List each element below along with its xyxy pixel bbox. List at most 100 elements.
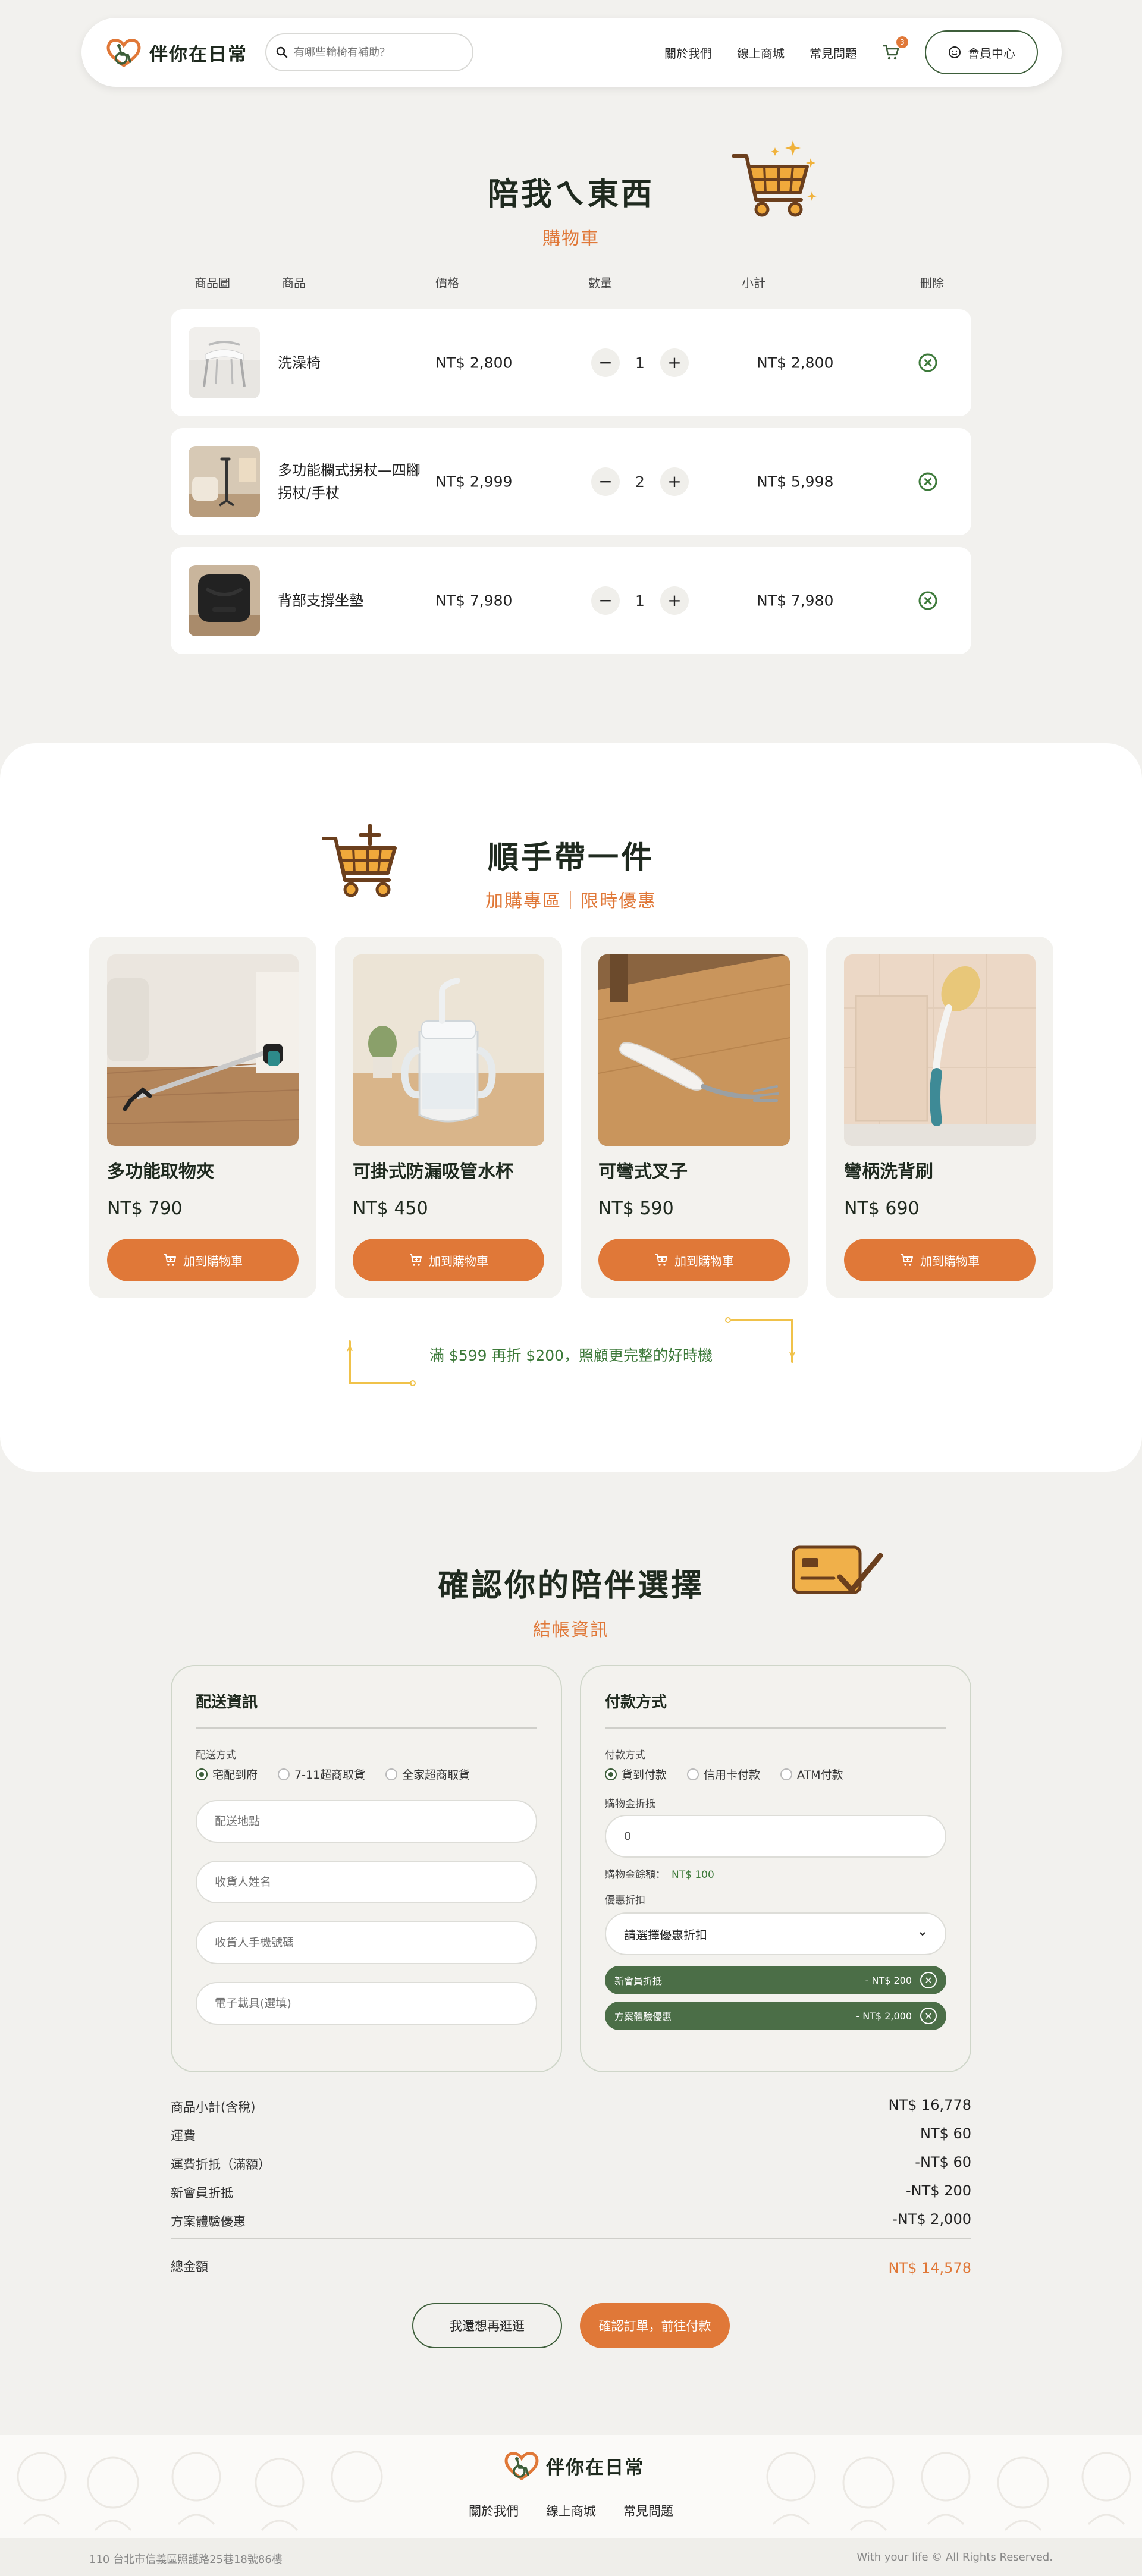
product-name: 多功能欄式拐杖—四腳拐杖/手杖 [278,462,421,501]
radio-label: 宅配到府 [212,1768,258,1782]
nav-faq-link[interactable]: 常見問題 [810,44,857,61]
add-to-cart-button[interactable]: 加到購物車 [353,1239,544,1281]
coupon-select[interactable]: 請選擇優惠折扣 [605,1912,946,1955]
credit-balance-label: 購物金餘額： [605,1869,666,1881]
remove-item-icon[interactable] [917,590,939,611]
confirm-order-button[interactable]: 確認訂單，前往付款 [580,2303,730,2348]
radio-dot [385,1768,398,1780]
credit-balance-value: NT$ 100 [672,1869,714,1881]
radio-atm[interactable]: ATM付款 [780,1766,843,1782]
increase-qty-button[interactable]: + [660,467,689,496]
header-name: 商品 [282,276,306,290]
nav-about-link[interactable]: 關於我們 [664,44,712,61]
summary-row: 方案體驗優惠 -NT$ 2,000 [171,2211,971,2230]
addon-card: 彎柄洗背刷 NT$ 690 加到購物車 [826,937,1053,1298]
payment-method-group: 貨到付款 信用卡付款 ATM付款 [605,1766,946,1782]
credit-balance-note: 購物金餘額： NT$ 100 [605,1866,946,1881]
cart-row: 背部支撐坐墊 NT$ 7,980 − 1 + NT$ 7,980 [171,547,971,654]
summary-label: 運費 [171,2129,196,2143]
cart-add-icon [655,1254,667,1266]
decrease-qty-button[interactable]: − [591,586,620,615]
summary-row: 新會員折抵 -NT$ 200 [171,2182,971,2201]
cart-add-icon [164,1254,176,1266]
radio-cash-on-delivery[interactable]: 貨到付款 [605,1766,667,1782]
remove-item-icon[interactable] [917,352,939,373]
address-input[interactable] [196,1800,537,1843]
nav-shop-link[interactable]: 線上商城 [737,44,785,61]
summary-row: 運費折抵（滿額） -NT$ 60 [171,2154,971,2173]
payment-panel: 付款方式 付款方式 貨到付款 信用卡付款 ATM付款 購物金折抵 購物金餘額： N… [580,1665,971,2072]
summary-label: 新會員折抵 [171,2186,233,2200]
summary-value: -NT$ 2,000 [892,2211,971,2228]
credit-discount-input[interactable] [605,1815,946,1858]
continue-shopping-button[interactable]: 我還想再逛逛 [412,2303,562,2348]
addon-title: 順手帶一件 [487,840,654,876]
radio-label: 貨到付款 [622,1768,667,1782]
total-row: 總金額 NT$ 14,578 [171,2257,972,2276]
add-to-cart-label: 加到購物車 [183,1254,243,1268]
cart-subtitle: 購物車 [542,228,600,249]
addon-card: 多功能取物夾 NT$ 790 加到購物車 [89,937,316,1298]
addon-product-price: NT$ 690 [844,1198,920,1219]
recipient-phone-input[interactable] [196,1921,537,1964]
add-to-cart-button[interactable]: 加到購物車 [598,1239,790,1281]
addon-card: 可彎式叉子 NT$ 590 加到購物車 [581,937,808,1298]
remove-discount-icon[interactable]: ✕ [920,1972,937,1988]
footer-logo-icon [504,2452,539,2481]
search-input[interactable] [294,46,460,59]
radio-home-delivery[interactable]: 宅配到府 [196,1766,258,1782]
product-image-back-brush [844,954,1036,1146]
member-center-button[interactable]: 會員中心 [925,30,1038,74]
payment-title: 付款方式 [605,1690,946,1729]
remove-item-icon[interactable] [917,471,939,492]
total-value: NT$ 14,578 [888,2260,972,2276]
footer-faq-link[interactable]: 常見問題 [623,2502,673,2520]
shipping-method-label: 配送方式 [196,1749,236,1761]
remove-discount-icon[interactable]: ✕ [920,2008,937,2024]
summary-value: NT$ 16,778 [888,2097,972,2113]
radio-label: 全家超商取貨 [402,1768,470,1782]
summary-label: 運費折抵（滿額） [171,2157,271,2172]
applied-discount-tag: 新會員折抵 - NT$ 200 ✕ [605,1966,946,1994]
increase-qty-button[interactable]: + [660,586,689,615]
product-name: 洗澡椅 [278,354,321,371]
increase-qty-button[interactable]: + [660,348,689,377]
footer-about-link[interactable]: 關於我們 [469,2502,519,2520]
decrease-qty-button[interactable]: − [591,348,620,377]
recipient-name-input[interactable] [196,1861,537,1903]
add-to-cart-button[interactable]: 加到購物車 [107,1239,299,1281]
footer-brand-name: 伴你在日常 [546,2456,644,2478]
addon-product-name: 多功能取物夾 [107,1161,214,1182]
addon-product-price: NT$ 790 [107,1198,183,1219]
addon-card: 可掛式防漏吸管水杯 NT$ 450 加到購物車 [335,937,562,1298]
radio-711-pickup[interactable]: 7-11超商取貨 [278,1766,365,1782]
header-qty: 數量 [588,276,612,290]
card-check-illustration-icon [792,1545,883,1594]
cart-add-icon [410,1254,422,1266]
product-image-sippy-cup [353,954,544,1146]
cart-row: 多功能欄式拐杖—四腳拐杖/手杖 NT$ 2,999 − 2 + NT$ 5,99… [171,428,971,535]
footer-logo[interactable]: 伴你在日常 [503,2450,644,2481]
radio-familymart-pickup[interactable]: 全家超商取貨 [385,1766,470,1782]
summary-value: -NT$ 60 [915,2154,971,2170]
footer-shop-link[interactable]: 線上商城 [546,2502,596,2520]
logo[interactable]: 伴你在日常 [105,37,247,68]
promo-message: 滿 $599 再折 $200，照顧更完整的好時機 [429,1347,713,1364]
summary-row: 商品小計(含稅) NT$ 16,778 [171,2097,972,2116]
decrease-qty-button[interactable]: − [591,467,620,496]
copyright-bar: 110 台北市信義區照護路25巷18號86樓 With your life © … [0,2538,1142,2576]
footer-links: 關於我們 線上商城 常見問題 [0,2502,1142,2520]
applied-discount-value: - NT$ 200 [865,1974,912,1986]
quantity-value: 1 [635,592,645,610]
cart-button[interactable]: 3 [882,36,908,61]
add-to-cart-label: 加到購物車 [674,1254,734,1268]
footer-copyright: With your life © All Rights Reserved. [857,2551,1053,2564]
add-to-cart-label: 加到購物車 [429,1254,488,1268]
product-image-bendable-fork [598,954,790,1146]
e-invoice-input[interactable] [196,1982,537,2025]
logo-icon [105,37,142,68]
product-subtotal: NT$ 2,800 [757,354,834,372]
add-to-cart-button[interactable]: 加到購物車 [844,1239,1036,1281]
radio-credit-card[interactable]: 信用卡付款 [687,1766,760,1782]
product-price: NT$ 2,999 [435,473,513,491]
